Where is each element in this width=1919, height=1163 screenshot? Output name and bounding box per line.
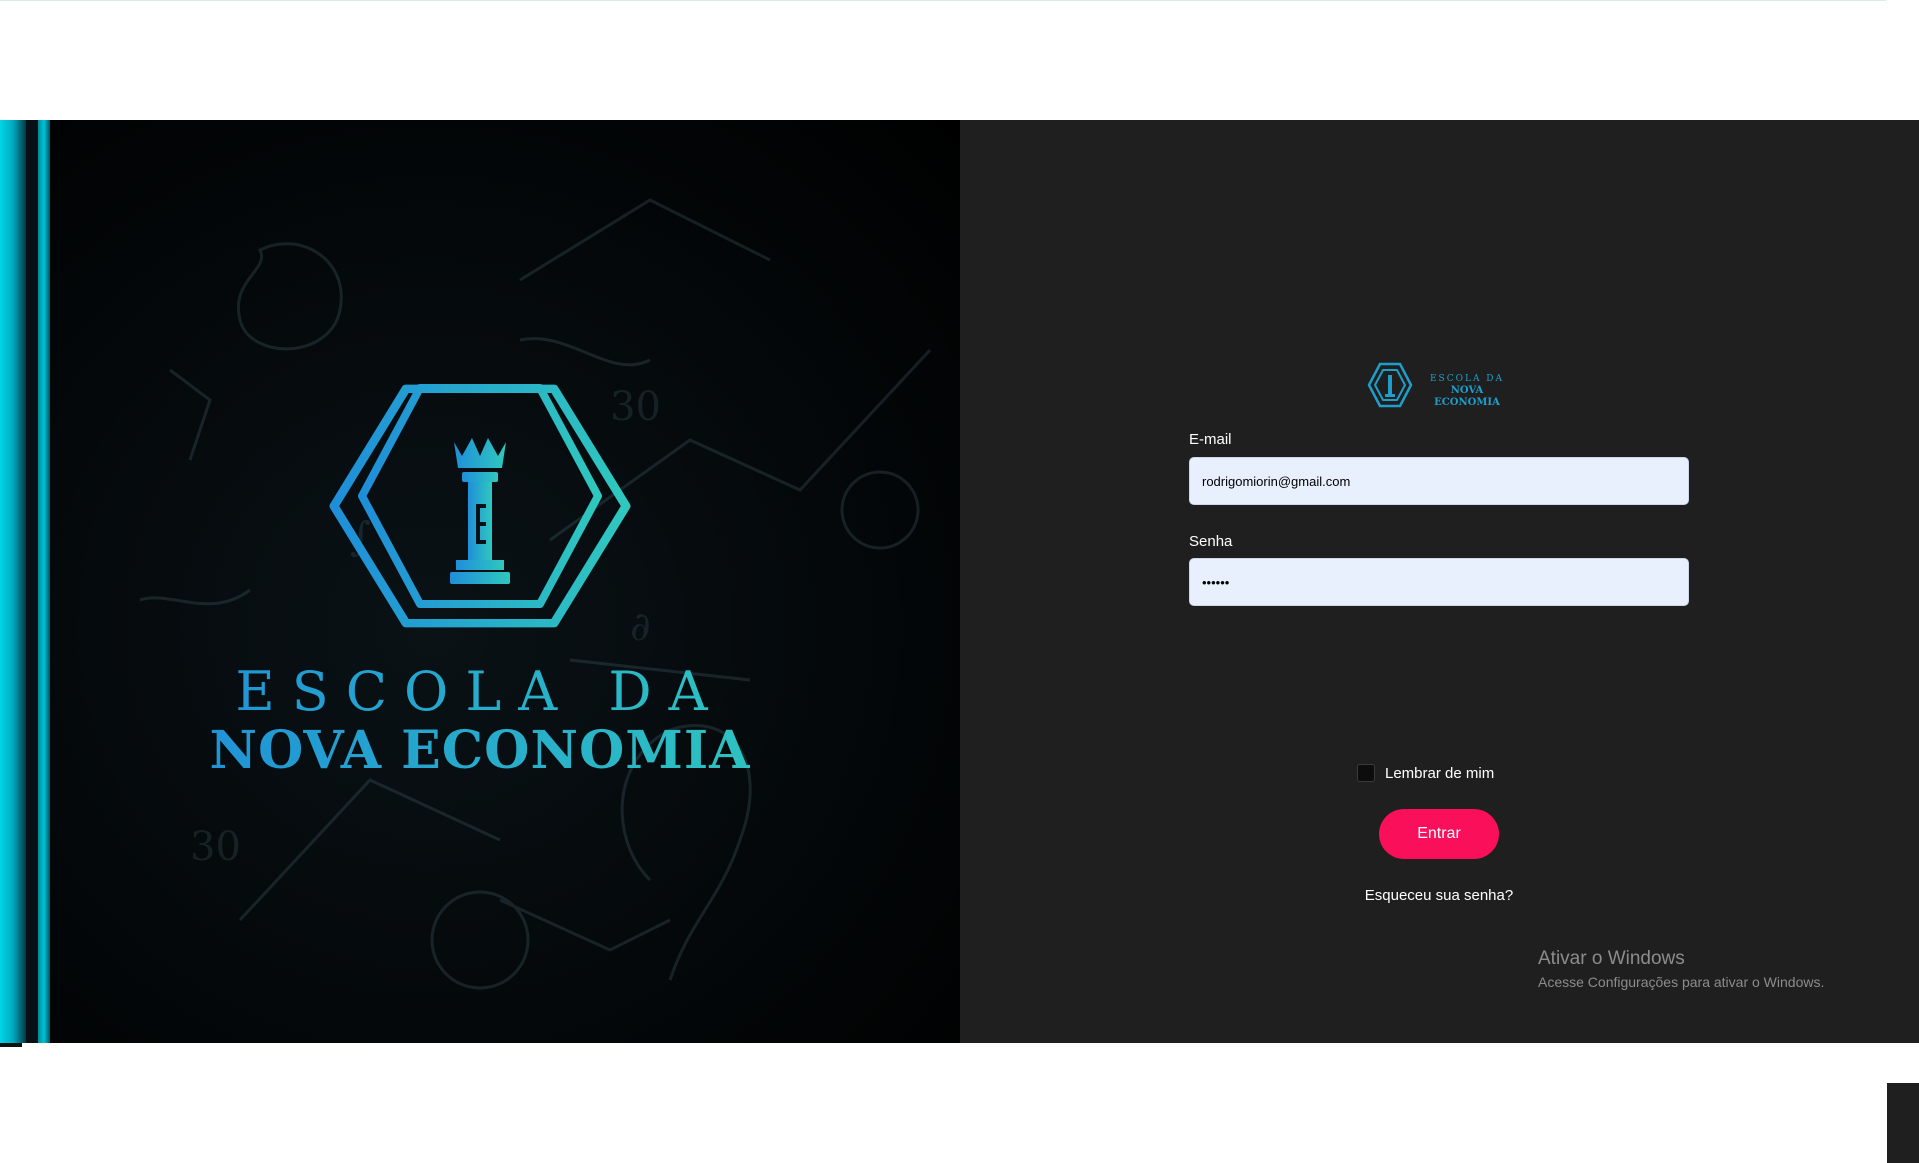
cyan-thin-bar (38, 120, 50, 1043)
password-label: Senha (1189, 533, 1233, 550)
watermark-subtitle: Acesse Configurações para ativar o Windo… (1538, 974, 1825, 990)
hexagon-logo-icon (1367, 362, 1413, 408)
hero-banner: 30 ∂ 30 ∫ ESCOLA DA NOVA ECONOMIA (0, 120, 960, 1043)
bar-gap (26, 120, 38, 1043)
cyan-glow-bar (0, 120, 26, 1043)
brand-logo-line2: NOVA ECONOMIA (1434, 385, 1500, 408)
remember-checkbox[interactable] (1357, 764, 1375, 782)
bottom-blank-bar (0, 1043, 1919, 1083)
hero-brand-line1: ESCOLA DA (150, 660, 810, 723)
password-field[interactable] (1189, 558, 1689, 606)
brand-logo-line1: ESCOLA DA (1429, 374, 1505, 384)
bottom-edge-mark (0, 1043, 22, 1047)
top-blank-bar (0, 0, 1919, 120)
remember-me[interactable]: Lembrar de mim (1357, 763, 1494, 783)
email-label: E-mail (1189, 431, 1232, 448)
remember-label: Lembrar de mim (1385, 764, 1495, 782)
email-field[interactable] (1189, 457, 1689, 505)
right-blank-corner (1886, 0, 1919, 121)
right-edge (1887, 240, 1919, 1163)
hero-brand-line2: NOVA ECONOMIA (150, 720, 810, 781)
forgot-password-link[interactable]: Esqueceu sua senha? (1189, 887, 1689, 904)
windows-activation-watermark: Ativar o Windows Acesse Configurações pa… (1538, 948, 1824, 990)
svg-text:30: 30 (190, 824, 241, 870)
login-button[interactable]: Entrar (1379, 809, 1499, 859)
watermark-title: Ativar o Windows (1538, 948, 1685, 969)
brand-logo: ESCOLA DA NOVA ECONOMIA (1365, 360, 1515, 410)
login-page: 30 ∂ 30 ∫ ESCOLA DA NOVA ECONOMIA ESCOLA… (0, 120, 1919, 1163)
